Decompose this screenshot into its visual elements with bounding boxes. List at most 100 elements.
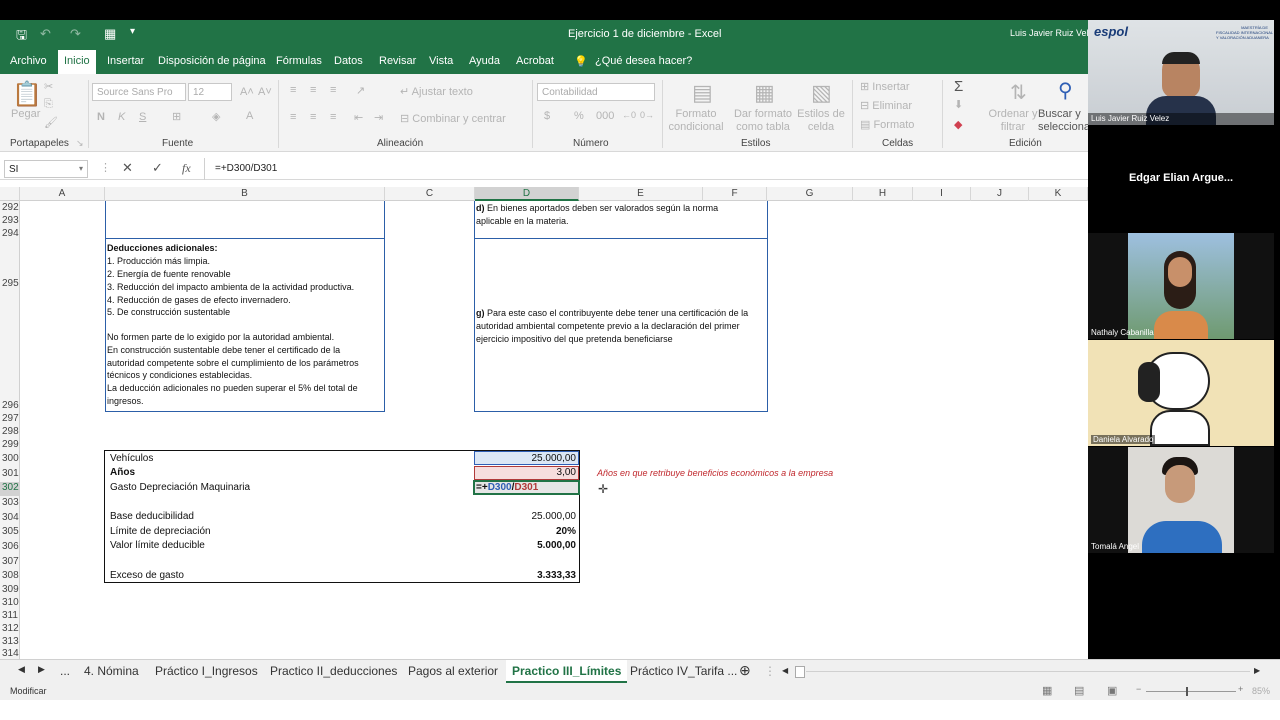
normal-view-icon[interactable]: ▦ xyxy=(1042,684,1052,697)
row-header[interactable]: 314 xyxy=(0,648,20,659)
row-header[interactable]: 312 xyxy=(0,623,20,634)
borders-icon[interactable]: ⊞ xyxy=(172,110,181,123)
zoom-out-icon[interactable]: − xyxy=(1136,684,1141,694)
align-middle-icon[interactable]: ≡ xyxy=(310,84,316,96)
insert-cells-button[interactable]: ⊞ Insertar xyxy=(860,80,910,93)
format-table-button[interactable]: Dar formato como tabla xyxy=(733,108,793,134)
note-g-cell[interactable]: g) Para este caso el contribuyente debe … xyxy=(476,307,748,346)
base-value[interactable]: 25.000,00 xyxy=(520,511,577,522)
col-header-d[interactable]: D xyxy=(475,187,579,201)
tab-more-left[interactable]: ... xyxy=(60,664,70,678)
row-header[interactable]: 293 xyxy=(0,215,20,226)
add-sheet-icon[interactable]: ⊕ xyxy=(739,662,751,679)
font-name-select[interactable]: Source Sans Pro xyxy=(92,83,186,101)
sheet-tab[interactable]: Práctico IV_Tarifa ... xyxy=(630,664,737,678)
autosum-icon[interactable]: Σ xyxy=(954,78,963,95)
wrap-text-button[interactable]: ↵ Ajustar texto xyxy=(400,85,473,98)
row-header[interactable]: 301 xyxy=(0,468,20,479)
sheet-tab[interactable]: Práctico I_Ingresos xyxy=(155,664,258,678)
limite-value[interactable]: 20% xyxy=(520,526,576,537)
deductions-title[interactable]: Deducciones adicionales: xyxy=(107,243,218,253)
col-header-e[interactable]: E xyxy=(579,187,703,201)
align-right-icon[interactable]: ≡ xyxy=(330,111,336,123)
anos-label[interactable]: Años xyxy=(110,467,135,478)
worksheet-grid[interactable]: d) En bienes aportados deben ser valorad… xyxy=(20,201,1088,659)
align-bottom-icon[interactable]: ≡ xyxy=(330,84,336,96)
name-box-dropdown-icon[interactable]: ▾ xyxy=(79,164,83,173)
col-header-g[interactable]: G xyxy=(767,187,853,201)
col-header-a[interactable]: A xyxy=(20,187,105,201)
tab-insertar[interactable]: Insertar xyxy=(107,55,144,67)
zoom-level[interactable]: 85% xyxy=(1252,686,1270,696)
save-icon[interactable]: 🖫 xyxy=(16,26,27,48)
enter-icon[interactable]: ✓ xyxy=(152,160,163,176)
bold-icon[interactable]: N xyxy=(97,111,105,123)
grow-font-icon[interactable]: A˄ xyxy=(240,86,254,98)
cell-styles-icon[interactable]: ▧ xyxy=(811,80,832,106)
fill-icon[interactable]: ⬇ xyxy=(954,98,963,111)
col-header-j[interactable]: J xyxy=(971,187,1029,201)
row-header[interactable]: 307 xyxy=(0,556,20,567)
tab-disposicion[interactable]: Disposición de página xyxy=(158,55,266,67)
format-cells-button[interactable]: ▤ Formato xyxy=(860,118,914,131)
video-tile[interactable]: Nathaly Cabanilla xyxy=(1088,233,1274,339)
formula-in-cell[interactable]: =+D300/D301 xyxy=(476,482,538,493)
clear-icon[interactable]: ◆ xyxy=(954,118,962,131)
sheet-tab[interactable]: Practico II_deducciones xyxy=(270,664,397,678)
paste-label[interactable]: Pegar xyxy=(11,108,40,120)
align-center-icon[interactable]: ≡ xyxy=(310,111,316,123)
video-tile[interactable]: Tomalá Angel xyxy=(1088,447,1274,553)
tab-menu-icon[interactable]: ⋮ xyxy=(764,664,776,678)
number-format-select[interactable]: Contabilidad xyxy=(537,83,655,101)
font-size-select[interactable]: 12 xyxy=(188,83,232,101)
row-header[interactable]: 300 xyxy=(0,453,20,464)
conditional-format-button[interactable]: Formato condicional xyxy=(668,108,724,134)
tab-vista[interactable]: Vista xyxy=(429,55,453,67)
copy-icon[interactable]: ⎘ xyxy=(44,98,53,111)
decrease-indent-icon[interactable]: ⇤ xyxy=(354,111,363,124)
font-color-icon[interactable]: A xyxy=(246,110,253,122)
name-box[interactable]: SI ▾ xyxy=(4,160,88,178)
format-painter-icon[interactable]: 🖌 xyxy=(44,116,58,129)
sort-filter-icon[interactable]: ⇅ xyxy=(1010,80,1027,105)
col-header-i[interactable]: I xyxy=(913,187,971,201)
row-header[interactable]: 294 xyxy=(0,228,20,239)
page-break-icon[interactable]: ▣ xyxy=(1107,684,1117,697)
col-header-b[interactable]: B xyxy=(105,187,385,201)
row-header[interactable]: 304 xyxy=(0,512,20,523)
formula-input[interactable]: =+D300/D301 xyxy=(215,163,277,174)
row-header-selected[interactable]: 302 xyxy=(0,482,20,496)
merge-center-button[interactable]: ⊟ Combinar y centrar xyxy=(400,112,506,125)
page-layout-icon[interactable]: ▤ xyxy=(1074,684,1084,697)
exceso-label[interactable]: Exceso de gasto xyxy=(110,570,184,581)
prev-sheet-icon[interactable]: ◀ xyxy=(18,664,25,675)
increase-decimal-icon[interactable]: ←0 xyxy=(622,110,636,120)
delete-cells-button[interactable]: ⊟ Eliminar xyxy=(860,99,912,112)
paste-icon[interactable]: 📋 xyxy=(12,80,42,109)
row-header[interactable]: 299 xyxy=(0,439,20,450)
row-header[interactable]: 303 xyxy=(0,497,20,508)
sort-filter-button[interactable]: Ordenar y filtrar xyxy=(988,108,1038,134)
row-header[interactable]: 308 xyxy=(0,570,20,581)
clipboard-launcher-icon[interactable]: ↘ xyxy=(76,138,84,149)
hscroll-left-icon[interactable]: ◀ xyxy=(782,666,788,675)
exceso-value[interactable]: 3.333,33 xyxy=(520,570,576,581)
next-sheet-icon[interactable]: ▶ xyxy=(38,664,45,675)
insert-function-icon[interactable]: fx xyxy=(182,161,191,176)
align-top-icon[interactable]: ≡ xyxy=(290,84,296,96)
zoom-slider-thumb[interactable] xyxy=(1186,687,1188,696)
find-select-icon[interactable]: ⚲ xyxy=(1058,78,1073,103)
gasto-label[interactable]: Gasto Depreciación Maquinaria xyxy=(110,482,250,493)
row-header[interactable]: 306 xyxy=(0,541,20,552)
tell-me-search[interactable]: ¿Qué desea hacer? xyxy=(595,55,692,67)
horizontal-scrollbar-track[interactable] xyxy=(806,671,1250,672)
video-tile[interactable]: Daniela Alvarado xyxy=(1088,340,1274,446)
redo-icon[interactable]: ↷ xyxy=(70,26,81,42)
horizontal-scrollbar-thumb[interactable] xyxy=(795,666,805,678)
comma-style-icon[interactable]: 000 xyxy=(596,110,614,122)
row-header[interactable]: 297 xyxy=(0,413,20,424)
sheet-tab-active[interactable]: Practico III_Límites xyxy=(506,660,628,684)
align-left-icon[interactable]: ≡ xyxy=(290,111,296,123)
col-header-f[interactable]: F xyxy=(703,187,767,201)
tab-inicio[interactable]: Inicio xyxy=(58,50,96,74)
